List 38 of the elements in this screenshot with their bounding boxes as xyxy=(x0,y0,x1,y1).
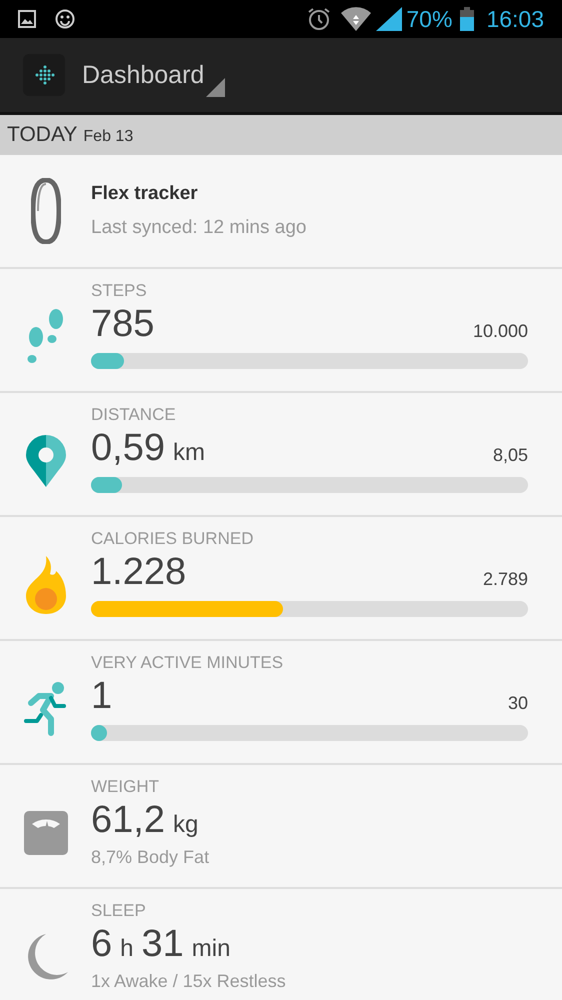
goal-value: 10.000 xyxy=(472,320,528,343)
goal-value: 2.789 xyxy=(482,568,528,591)
device-name: Flex tracker xyxy=(91,182,199,206)
today-label: TODAY xyxy=(7,122,78,148)
tile-detail: 1x Awake / 15x Restless xyxy=(91,970,287,993)
wristband-icon xyxy=(30,178,60,244)
sync-status: Last synced: 12 mins ago xyxy=(91,216,306,240)
tile-value: 785 xyxy=(91,302,154,347)
tile-label: VERY ACTIVE MINUTES xyxy=(91,653,284,673)
tile-label: CALORIES BURNED xyxy=(91,529,254,549)
smiley-icon xyxy=(55,9,75,29)
battery-icon xyxy=(460,7,474,31)
goal-value: 30 xyxy=(508,692,528,715)
tile-label: DISTANCE xyxy=(91,405,177,425)
wifi-icon xyxy=(341,7,372,31)
date-label: Feb 13 xyxy=(83,126,134,146)
scale-icon xyxy=(24,811,68,855)
tile-label: WEIGHT xyxy=(91,777,160,797)
goal-value: 8,05 xyxy=(492,444,528,467)
app-logo-icon xyxy=(23,54,65,96)
tile-label: SLEEP xyxy=(91,901,147,921)
dropdown-corner-icon xyxy=(206,78,226,97)
alarm-icon xyxy=(307,7,332,31)
tile-value: 1.228 xyxy=(91,550,186,595)
tile-detail: 8,7% Body Fat xyxy=(91,846,210,869)
dashboard-dropdown[interactable]: Dashboard xyxy=(82,45,226,105)
image-icon xyxy=(18,10,36,28)
tile-value: 0,59 km xyxy=(91,426,205,471)
tile-value: 6 h 31 min xyxy=(91,922,230,967)
running-person-icon xyxy=(22,681,68,737)
tile-value: 61,2 kg xyxy=(91,798,198,843)
battery-percent: 70% xyxy=(406,4,452,34)
signal-icon xyxy=(376,7,402,31)
location-pin-icon xyxy=(26,435,66,487)
tile-value: 1 xyxy=(91,674,112,719)
clock-time: 16:03 xyxy=(486,4,544,34)
tile-label: STEPS xyxy=(91,281,148,301)
flame-icon xyxy=(24,556,66,614)
